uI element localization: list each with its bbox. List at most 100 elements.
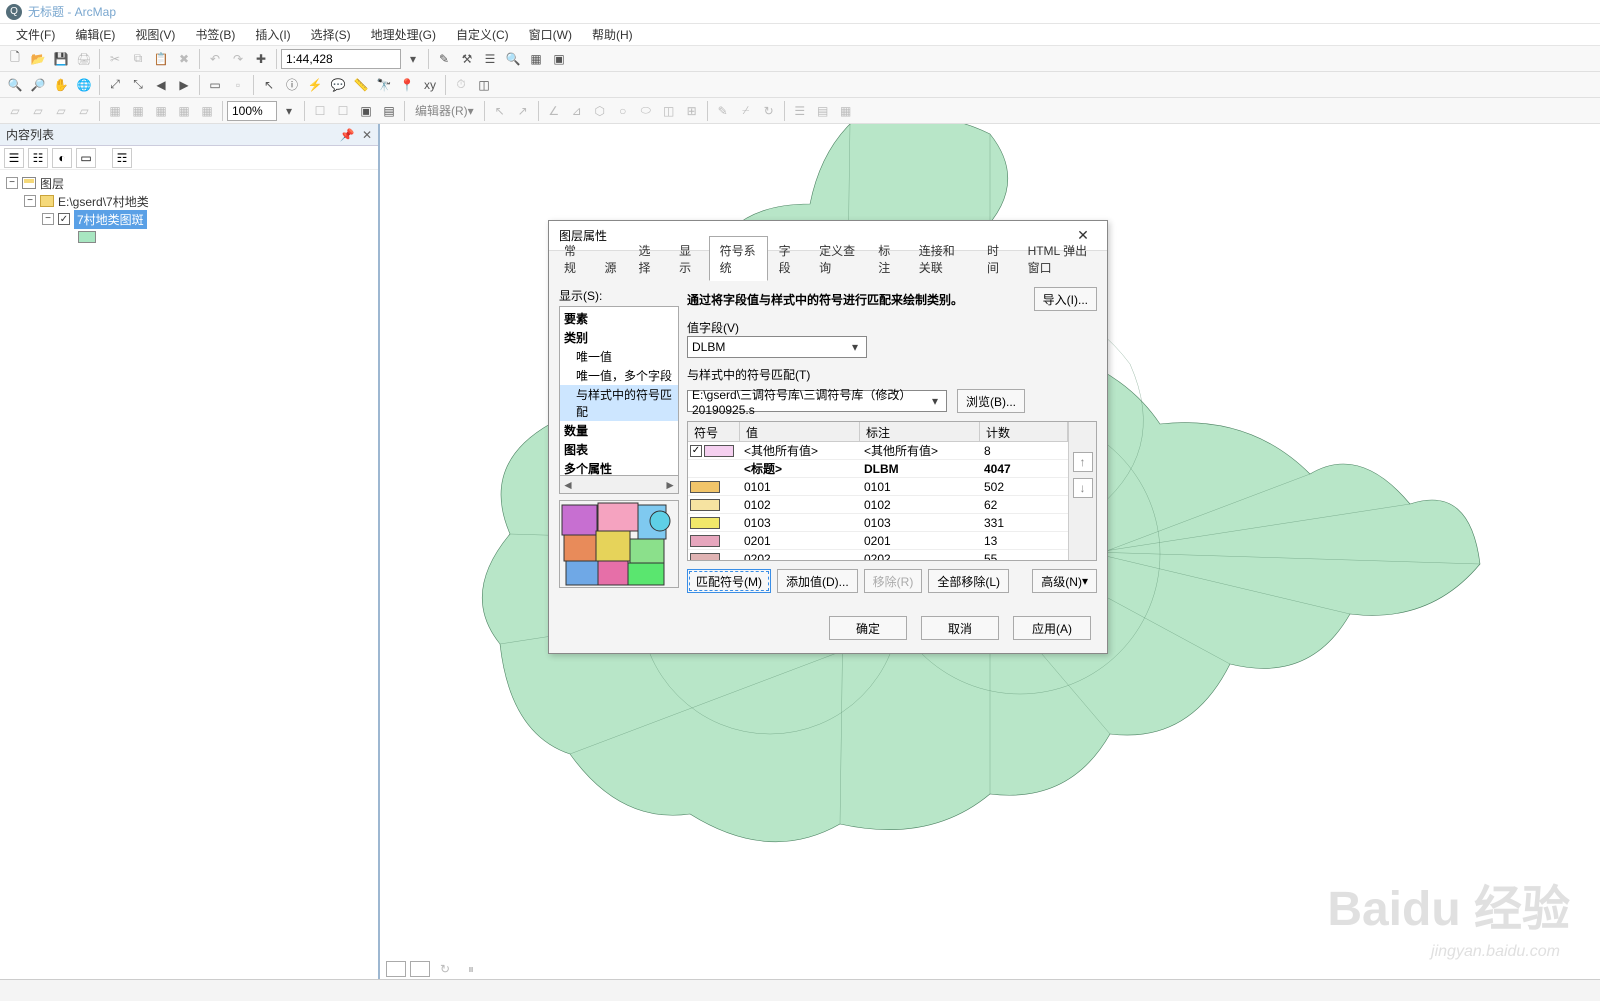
move-down-button[interactable]: ↓ [1073, 478, 1093, 498]
apply-button[interactable]: 应用(A) [1013, 616, 1091, 640]
sketch5-icon[interactable]: ⬭ [635, 100, 657, 122]
attr-icon[interactable]: ☰ [789, 100, 811, 122]
value-field-combo[interactable]: DLBM▾ [687, 336, 867, 358]
menu-window[interactable]: 窗口(W) [519, 24, 582, 45]
table-row[interactable]: ✓<其他所有值><其他所有值>8 [688, 442, 1068, 460]
toc-options-icon[interactable]: ☶ [112, 148, 132, 168]
tab-labels[interactable]: 标注 [867, 236, 908, 281]
advanced-button[interactable]: 高级(N) ▾ [1032, 569, 1097, 593]
menu-insert[interactable]: 插入(I) [245, 24, 300, 45]
paste-icon[interactable]: 📋 [150, 48, 172, 70]
identify-icon[interactable]: ⓘ [281, 74, 303, 96]
table-row[interactable]: 0102010262 [688, 496, 1068, 514]
hyperlink-icon[interactable]: ⚡ [304, 74, 326, 96]
cat-match-style[interactable]: 与样式中的符号匹配 [560, 385, 678, 421]
symbol-swatch[interactable] [690, 517, 720, 529]
layer-visibility-checkbox[interactable]: ✓ [58, 213, 70, 225]
chevron-down-icon[interactable]: ▾ [402, 48, 424, 70]
tab-source[interactable]: 源 [594, 253, 628, 281]
zoom-in-icon[interactable]: 🔍 [4, 74, 26, 96]
tab-time[interactable]: 时间 [976, 236, 1017, 281]
scale-input[interactable]: 1:44,428 [281, 49, 401, 69]
redo-icon[interactable]: ↷ [227, 48, 249, 70]
model-builder-icon[interactable]: ▣ [548, 48, 570, 70]
copy-icon[interactable]: ⧉ [127, 48, 149, 70]
collapse-icon[interactable]: − [42, 213, 54, 225]
ok-button[interactable]: 确定 [829, 616, 907, 640]
full-extent-icon[interactable]: 🌐 [73, 74, 95, 96]
editor-toolbar-icon[interactable]: ✎ [433, 48, 455, 70]
menu-geoprocessing[interactable]: 地理处理(G) [361, 24, 446, 45]
cat-unique[interactable]: 唯一值 [560, 347, 678, 366]
toc-tree[interactable]: − 图层 − E:\gserd\7村地类 − ✓ 7村地类图斑 [0, 170, 378, 979]
edit-tool-icon[interactable]: ↖ [489, 100, 511, 122]
zoom-percent[interactable]: 100% [227, 101, 277, 121]
fixed-zoom-out-icon[interactable]: ⤡ [127, 74, 149, 96]
cat-features[interactable]: 要素 [560, 309, 678, 328]
tab-selection[interactable]: 选择 [628, 236, 669, 281]
menu-bookmarks[interactable]: 书签(B) [185, 24, 245, 45]
grid3-icon[interactable]: ▦ [150, 100, 172, 122]
save-icon[interactable]: 💾 [50, 48, 72, 70]
create-features-icon[interactable]: ▦ [835, 100, 857, 122]
cat-charts[interactable]: 图表 [560, 440, 678, 459]
topology4-icon[interactable]: ▱ [73, 100, 95, 122]
search-icon[interactable]: 🔍 [502, 48, 524, 70]
add-values-button[interactable]: 添加值(D)... [777, 569, 858, 593]
sketch1-icon[interactable]: ∠ [543, 100, 565, 122]
trace-icon[interactable]: ✎ [712, 100, 734, 122]
topology-icon[interactable]: ▱ [4, 100, 26, 122]
fixed-zoom-in-icon[interactable]: ⤢ [104, 74, 126, 96]
html-popup-icon[interactable]: 💬 [327, 74, 349, 96]
match-symbols-button[interactable]: 匹配符号(M) [687, 569, 771, 593]
tree-layer[interactable]: − ✓ 7村地类图斑 [6, 210, 372, 228]
prev-extent-icon[interactable]: ◀ [150, 74, 172, 96]
tab-html-popup[interactable]: HTML 弹出窗口 [1017, 236, 1103, 281]
list-by-selection-icon[interactable]: ▭ [76, 148, 96, 168]
cat-categories[interactable]: 类别 [560, 328, 678, 347]
pause-icon[interactable]: ⏸ [460, 958, 482, 979]
create-viewer-icon[interactable]: ◫ [473, 74, 495, 96]
editor-dropdown[interactable]: 编辑器(R) ▾ [409, 101, 480, 121]
pan-icon[interactable]: ✋ [50, 74, 72, 96]
tab-display[interactable]: 显示 [668, 236, 709, 281]
open-icon[interactable]: 📂 [27, 48, 49, 70]
new-doc-icon[interactable]: 🗋 [4, 48, 26, 70]
symbol-swatch[interactable] [690, 553, 720, 561]
sketch-props-icon[interactable]: ▤ [812, 100, 834, 122]
print-icon[interactable]: 🖨 [73, 48, 95, 70]
table-row[interactable]: <标题>DLBM4047 [688, 460, 1068, 478]
menu-file[interactable]: 文件(F) [6, 24, 65, 45]
move-up-button[interactable]: ↑ [1073, 452, 1093, 472]
sketch3-icon[interactable]: ⬡ [589, 100, 611, 122]
collapse-icon[interactable]: − [24, 195, 36, 207]
tab-joins[interactable]: 连接和关联 [908, 236, 976, 281]
tab-fields[interactable]: 字段 [768, 236, 809, 281]
measure-icon[interactable]: 📏 [350, 74, 372, 96]
grid5-icon[interactable]: ▦ [196, 100, 218, 122]
collapse-icon[interactable]: − [6, 177, 18, 189]
category-scroll[interactable]: ◄► [559, 476, 679, 494]
sketch2-icon[interactable]: ⊿ [566, 100, 588, 122]
add-data-icon[interactable]: ✚ [250, 48, 272, 70]
tab-definition-query[interactable]: 定义查询 [808, 236, 867, 281]
menu-selection[interactable]: 选择(S) [301, 24, 361, 45]
find-icon[interactable]: 🔭 [373, 74, 395, 96]
zoom-out-icon[interactable]: 🔎 [27, 74, 49, 96]
topology3-icon[interactable]: ▱ [50, 100, 72, 122]
toolbox-icon[interactable]: ⚒ [456, 48, 478, 70]
layout3-icon[interactable]: ▣ [355, 100, 377, 122]
split-icon[interactable]: ⌿ [735, 100, 757, 122]
layout1-icon[interactable]: ☐ [309, 100, 331, 122]
remove-all-button[interactable]: 全部移除(L) [928, 569, 1009, 593]
tree-symbol[interactable] [6, 228, 372, 246]
tree-root[interactable]: − 图层 [6, 174, 372, 192]
topology2-icon[interactable]: ▱ [27, 100, 49, 122]
symbol-swatch[interactable] [690, 481, 720, 493]
list-by-drawing-icon[interactable]: ☰ [4, 148, 24, 168]
grid2-icon[interactable]: ▦ [127, 100, 149, 122]
grid1-icon[interactable]: ▦ [104, 100, 126, 122]
next-extent-icon[interactable]: ▶ [173, 74, 195, 96]
layout2-icon[interactable]: ☐ [332, 100, 354, 122]
remove-button[interactable]: 移除(R) [864, 569, 923, 593]
